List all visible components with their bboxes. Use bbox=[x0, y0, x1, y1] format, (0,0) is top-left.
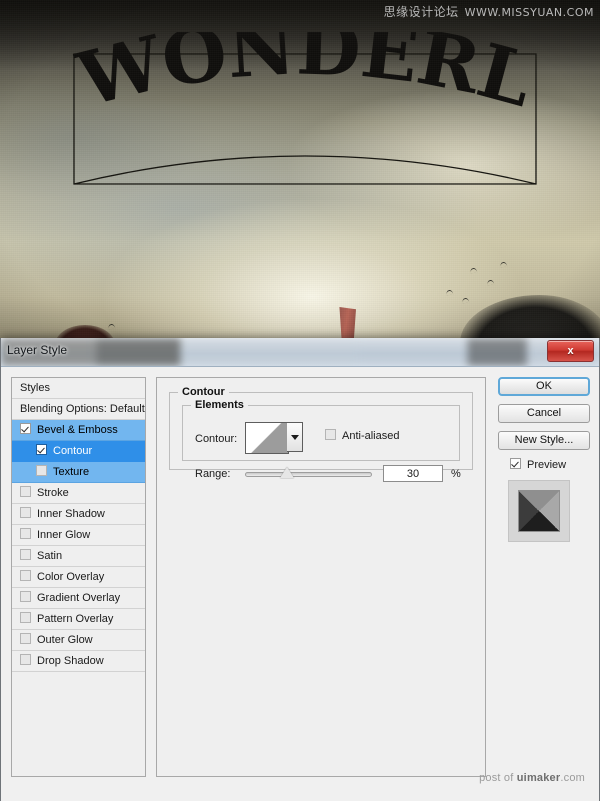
preview-label: Preview bbox=[527, 459, 567, 471]
contour-group: Contour Elements Contour: Anti-aliased R… bbox=[169, 386, 473, 482]
styles-list: Styles Blending Options: Default Bevel &… bbox=[11, 377, 146, 777]
range-slider[interactable] bbox=[245, 467, 372, 478]
style-item-inner-shadow[interactable]: Inner Shadow bbox=[12, 504, 145, 525]
style-item-label: Gradient Overlay bbox=[37, 592, 121, 604]
style-item-contour[interactable]: Contour bbox=[12, 441, 145, 462]
watermark-top: 思缘设计论坛 WWW.MISSYUAN.COM bbox=[384, 3, 594, 20]
style-item-checkbox[interactable] bbox=[20, 570, 31, 581]
style-item-label: Satin bbox=[37, 550, 63, 562]
style-item-label: Inner Shadow bbox=[37, 508, 105, 520]
style-item-texture[interactable]: Texture bbox=[12, 462, 145, 483]
preview-checkbox-box bbox=[510, 458, 521, 469]
preview-checkbox[interactable]: Preview bbox=[510, 458, 590, 471]
watermark-bottom-suffix: .com bbox=[560, 772, 585, 784]
cancel-button[interactable]: Cancel bbox=[498, 404, 590, 423]
anti-aliased-label: Anti-aliased bbox=[342, 430, 400, 442]
close-icon[interactable]: x bbox=[547, 340, 594, 362]
style-item-inner-glow[interactable]: Inner Glow bbox=[12, 525, 145, 546]
watermark-bottom: post of uimaker.com bbox=[479, 772, 585, 784]
style-item-checkbox[interactable] bbox=[20, 423, 31, 434]
range-field-label: Range: bbox=[195, 468, 231, 480]
dialog-title: Layer Style bbox=[7, 343, 68, 357]
anti-aliased-checkbox-box bbox=[325, 429, 336, 440]
style-item-pattern-overlay[interactable]: Pattern Overlay bbox=[12, 609, 145, 630]
blending-options-item[interactable]: Blending Options: Default bbox=[12, 399, 145, 420]
style-item-checkbox[interactable] bbox=[36, 444, 47, 455]
style-item-label: Contour bbox=[53, 445, 93, 457]
range-unit-label: % bbox=[451, 468, 461, 480]
style-item-stroke[interactable]: Stroke bbox=[12, 483, 145, 504]
preview-bevel-swatch bbox=[519, 491, 559, 531]
watermark-top-url: WWW.MISSYUAN.COM bbox=[464, 6, 594, 19]
watermark-bottom-brand: uimaker bbox=[516, 772, 561, 784]
contour-group-label: Contour bbox=[178, 386, 229, 398]
style-item-checkbox[interactable] bbox=[20, 486, 31, 497]
style-item-bevel-emboss[interactable]: Bevel & Emboss bbox=[12, 420, 145, 441]
dialog-buttons: OK Cancel New Style... Preview bbox=[498, 377, 590, 542]
contour-curve-graphic bbox=[246, 423, 288, 453]
range-slider-handle[interactable] bbox=[279, 467, 294, 478]
style-item-checkbox[interactable] bbox=[20, 507, 31, 518]
settings-panel: Contour Elements Contour: Anti-aliased R… bbox=[156, 377, 486, 777]
chevron-down-icon[interactable] bbox=[287, 422, 303, 452]
watermark-top-chinese: 思缘设计论坛 bbox=[383, 5, 459, 19]
style-item-outer-glow[interactable]: Outer Glow bbox=[12, 630, 145, 651]
range-input[interactable]: 30 bbox=[383, 465, 443, 482]
style-item-drop-shadow[interactable]: Drop Shadow bbox=[12, 651, 145, 672]
contour-field-label: Contour: bbox=[195, 433, 238, 445]
style-item-checkbox[interactable] bbox=[20, 528, 31, 539]
style-item-checkbox[interactable] bbox=[20, 633, 31, 644]
style-item-checkbox[interactable] bbox=[20, 612, 31, 623]
elements-group: Elements Contour: Anti-aliased Range: 30… bbox=[182, 399, 461, 482]
dialog-body: Styles Blending Options: Default Bevel &… bbox=[1, 367, 599, 801]
style-item-satin[interactable]: Satin bbox=[12, 546, 145, 567]
contour-preset-swatch[interactable] bbox=[245, 422, 289, 454]
watermark-bottom-prefix: post of bbox=[479, 772, 517, 784]
style-item-label: Inner Glow bbox=[37, 529, 91, 541]
style-item-checkbox[interactable] bbox=[20, 549, 31, 560]
style-item-label: Stroke bbox=[37, 487, 69, 499]
ok-button[interactable]: OK bbox=[498, 377, 590, 396]
anti-aliased-checkbox[interactable]: Anti-aliased bbox=[325, 429, 399, 442]
new-style-button[interactable]: New Style... bbox=[498, 431, 590, 450]
style-item-color-overlay[interactable]: Color Overlay bbox=[12, 567, 145, 588]
style-item-label: Bevel & Emboss bbox=[37, 424, 118, 436]
style-item-gradient-overlay[interactable]: Gradient Overlay bbox=[12, 588, 145, 609]
style-item-label: Pattern Overlay bbox=[37, 613, 114, 625]
style-preview-thumbnail bbox=[508, 480, 570, 542]
style-item-checkbox[interactable] bbox=[20, 654, 31, 665]
titlebar-glass-blur bbox=[1, 338, 599, 366]
dialog-titlebar[interactable]: Layer Style x bbox=[1, 338, 599, 367]
style-item-label: Color Overlay bbox=[37, 571, 105, 583]
layer-style-dialog: Layer Style x Styles Blending Options: D… bbox=[0, 338, 600, 801]
style-item-checkbox[interactable] bbox=[20, 591, 31, 602]
style-item-label: Texture bbox=[53, 466, 90, 478]
style-item-label: Drop Shadow bbox=[37, 655, 104, 667]
style-item-checkbox[interactable] bbox=[36, 465, 47, 476]
style-item-label: Outer Glow bbox=[37, 634, 93, 646]
styles-list-header[interactable]: Styles bbox=[12, 378, 145, 399]
elements-group-label: Elements bbox=[191, 399, 248, 411]
vignette-overlay bbox=[0, 0, 600, 345]
image-canvas: WONDERLAND 思缘设计论坛WWW.MISSYUAN.COM bbox=[0, 0, 600, 345]
